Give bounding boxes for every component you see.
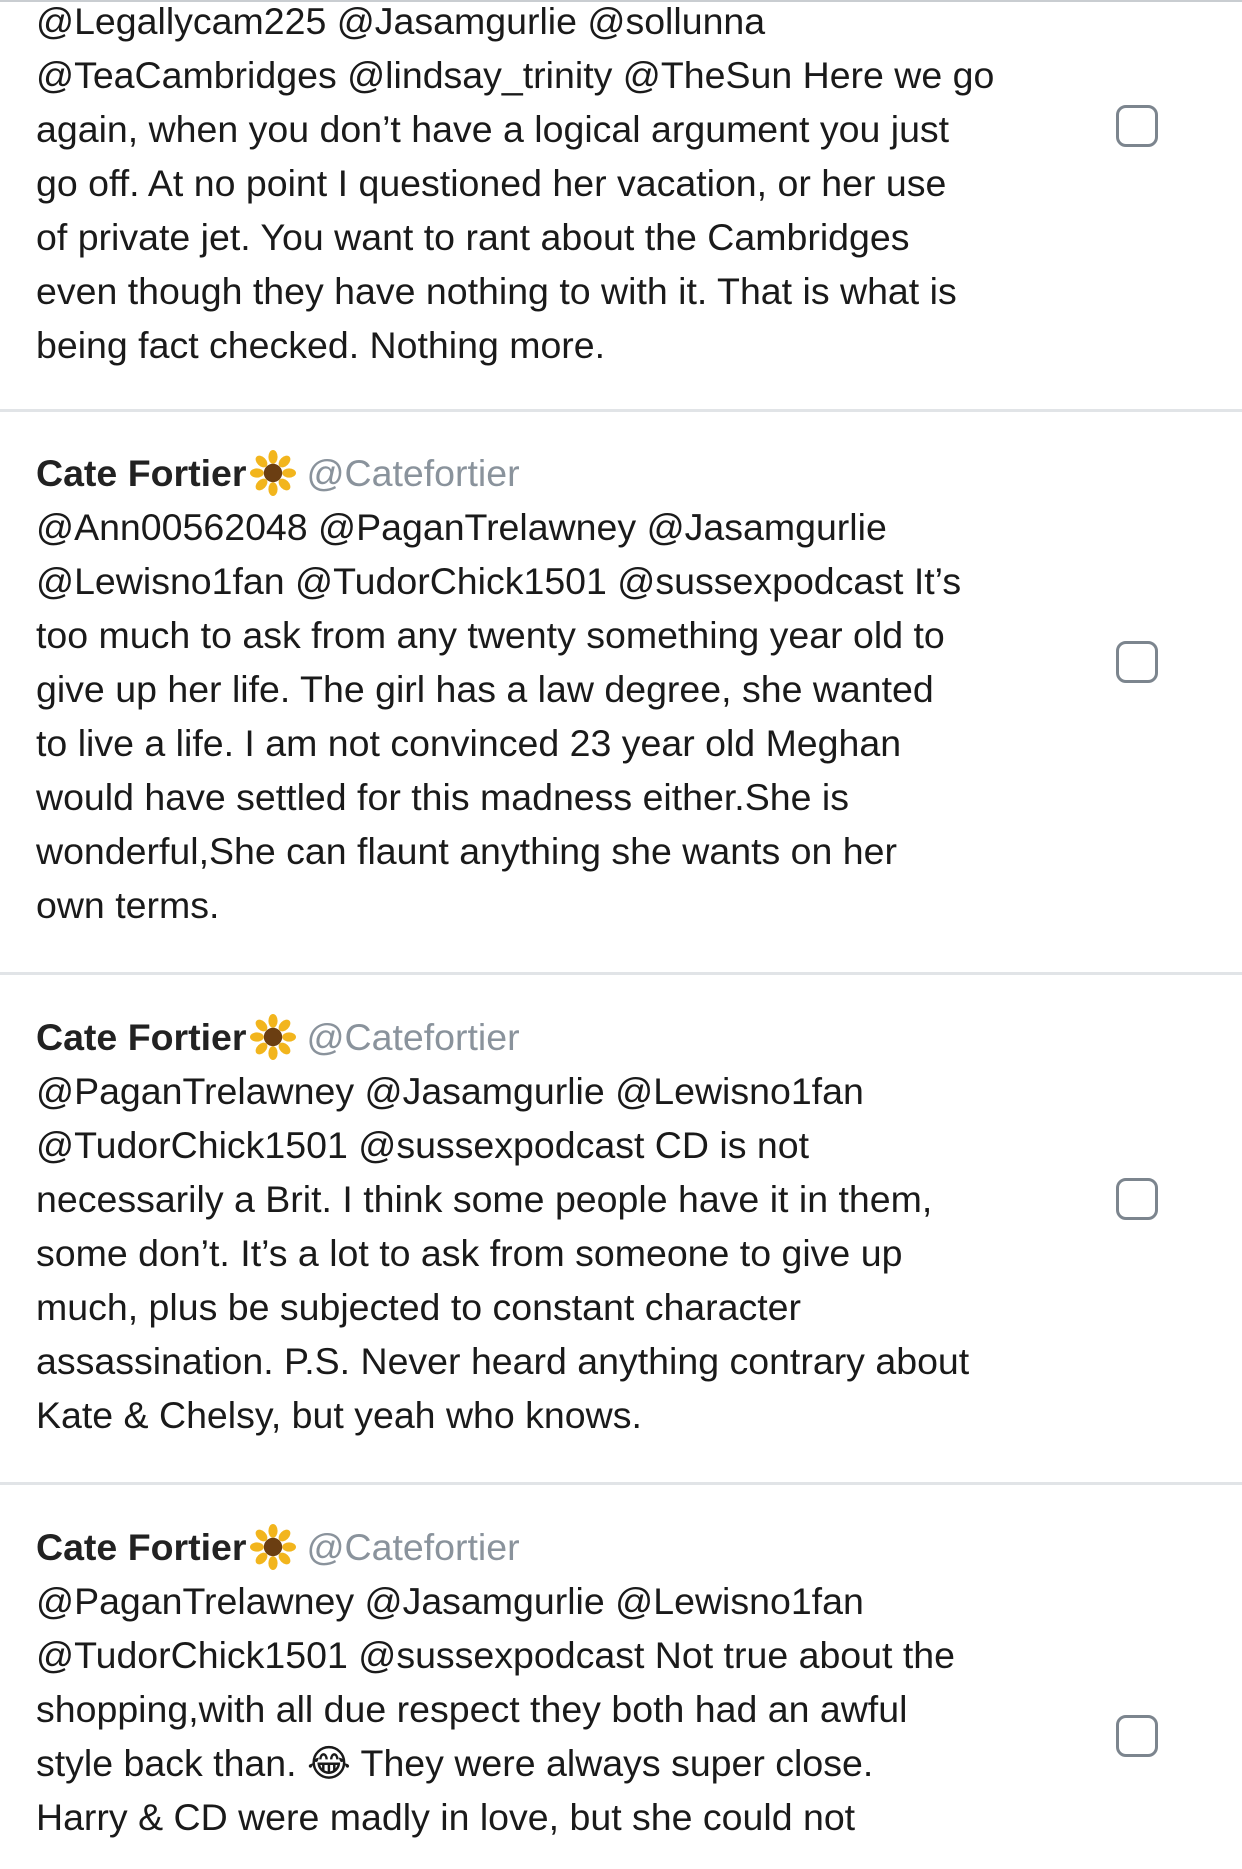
author-name[interactable]: Cate Fortier xyxy=(36,446,246,500)
tweet-header: Cate Fortier @Catefortier xyxy=(36,446,1096,500)
tweet-header: Cate Fortier @Catefortier xyxy=(36,1520,1096,1574)
author-handle[interactable]: @Catefortier xyxy=(306,1010,519,1064)
author-name[interactable]: Cate Fortier xyxy=(36,1520,246,1574)
author-handle[interactable]: @Catefortier xyxy=(306,1520,519,1574)
author-handle[interactable]: @Catefortier xyxy=(306,446,519,500)
tweet-item[interactable]: Cate Fortier @Catefortier @Ann00562048 @… xyxy=(0,411,1242,975)
tweet-text: @Legallycam225 @Jasamgurlie @sollunna @T… xyxy=(36,0,995,366)
tweet-text: @PaganTrelawney @Jasamgurlie @Lewisno1fa… xyxy=(36,1070,970,1436)
tweet-text: @Ann00562048 @PaganTrelawney @Jasamgurli… xyxy=(36,506,962,926)
tweet-select-checkbox[interactable] xyxy=(1116,105,1158,147)
tweet-item[interactable]: Cate Fortier @Catefortier @PaganTrelawne… xyxy=(0,1485,1242,1869)
sunflower-icon xyxy=(250,1014,297,1060)
tweet-header: Cate Fortier @Catefortier xyxy=(36,1010,1096,1064)
tweet-content: @Legallycam225 @Jasamgurlie @sollunna @T… xyxy=(36,0,1096,372)
sunflower-icon xyxy=(250,450,297,496)
tweet-item[interactable]: Cate Fortier @Catefortier @PaganTrelawne… xyxy=(0,975,1242,1485)
tweet-select-checkbox[interactable] xyxy=(1116,641,1158,683)
tweet-content: Cate Fortier @Catefortier @Ann00562048 @… xyxy=(36,446,1096,932)
tweet-select-checkbox[interactable] xyxy=(1116,1178,1158,1220)
sunflower-icon xyxy=(250,1524,297,1570)
author-name[interactable]: Cate Fortier xyxy=(36,1010,246,1064)
tweet-item[interactable]: @Legallycam225 @Jasamgurlie @sollunna @T… xyxy=(0,0,1242,412)
tweet-text: @PaganTrelawney @Jasamgurlie @Lewisno1fa… xyxy=(36,1580,955,1838)
tweet-content: Cate Fortier @Catefortier @PaganTrelawne… xyxy=(36,1520,1096,1844)
tweet-content: Cate Fortier @Catefortier @PaganTrelawne… xyxy=(36,1010,1096,1442)
tweet-select-checkbox[interactable] xyxy=(1116,1715,1158,1757)
